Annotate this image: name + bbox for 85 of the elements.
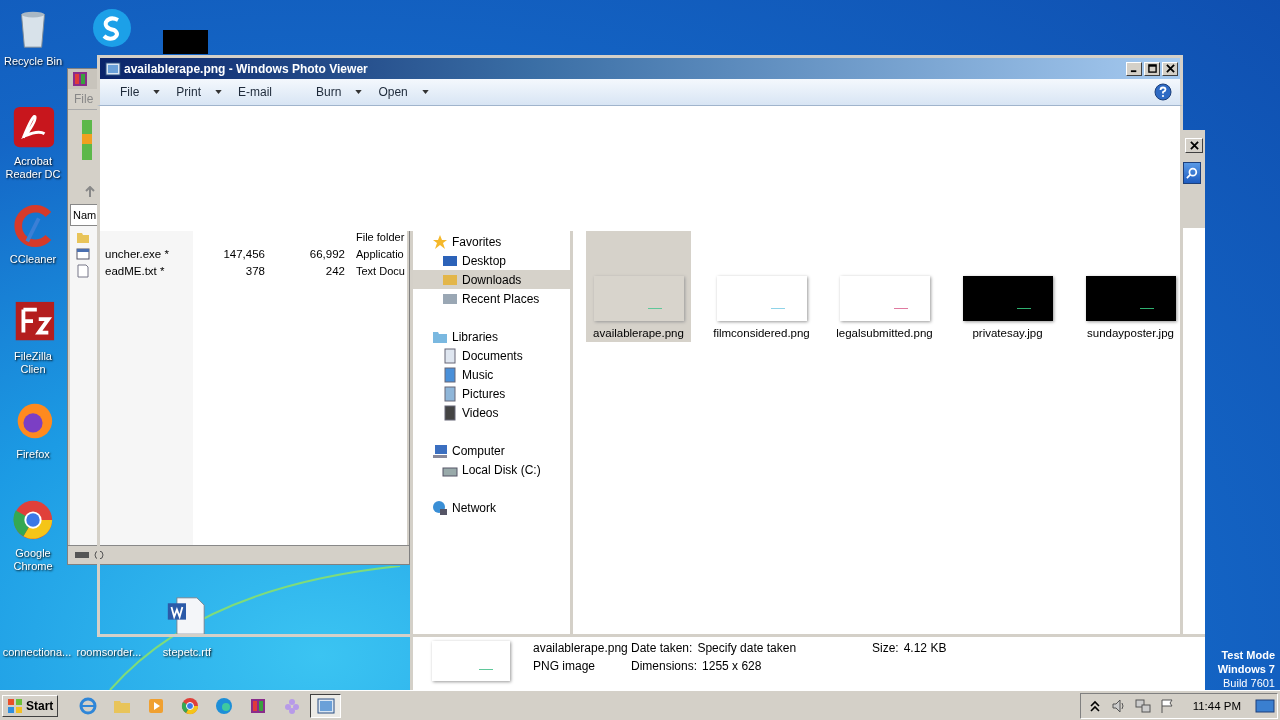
system-watermark-text: Windows 7 xyxy=(1217,662,1275,676)
help-button[interactable] xyxy=(1154,83,1172,101)
field-label: Dimensions: xyxy=(631,659,698,673)
nav-item[interactable]: Music xyxy=(413,365,570,384)
star-icon xyxy=(432,233,448,250)
stacked-books-icon xyxy=(72,71,88,87)
clock[interactable]: 11:44 PM xyxy=(1192,699,1241,712)
monitor-icon[interactable] xyxy=(1255,697,1275,714)
table-cell: Applicatio xyxy=(356,247,404,260)
table-cell: 147,456 xyxy=(223,247,265,260)
file-tile[interactable]: sundayposter.jpg xyxy=(1078,228,1183,342)
nav-item[interactable]: Documents xyxy=(413,346,570,365)
table-cell: 378 xyxy=(245,264,265,277)
nav-group-label[interactable]: Libraries xyxy=(452,329,499,344)
computer-icon xyxy=(432,442,448,459)
nav-icon xyxy=(442,347,458,364)
drive-icon xyxy=(74,550,104,560)
file-tile[interactable]: filmconsidered.png xyxy=(709,228,814,342)
close-button[interactable] xyxy=(1185,137,1203,153)
file-tile[interactable]: availablerape.png xyxy=(586,228,691,342)
close-icon xyxy=(1165,64,1175,73)
system-watermark-text: Build 7601 xyxy=(1223,676,1275,690)
dark-panel xyxy=(163,30,208,54)
toolbar-menu-button[interactable]: Print xyxy=(172,85,235,99)
desktop-icon-label[interactable]: CCleaner xyxy=(9,253,57,266)
toolbar-menu-button[interactable]: Open xyxy=(374,85,441,99)
app-icon xyxy=(179,695,200,716)
nav-icon xyxy=(442,385,458,402)
toolbar-menu-button[interactable]: E-mail xyxy=(234,85,313,99)
nav-item[interactable]: Recent Places xyxy=(413,289,570,308)
network-globe-icon xyxy=(432,499,448,516)
field-value: 1255 x 628 xyxy=(702,659,762,673)
network-icon[interactable] xyxy=(1134,697,1151,714)
desktop-icon-label[interactable]: Acrobat Reader DC xyxy=(1,155,65,181)
toolbar-menu-button[interactable]: Burn xyxy=(312,85,375,99)
table-cell: 242 xyxy=(325,264,345,277)
field-value: Specify date taken xyxy=(697,641,797,655)
program-icon xyxy=(76,246,90,261)
nav-item[interactable]: Local Disk (C:) xyxy=(413,460,570,479)
close-button[interactable] xyxy=(1162,61,1178,76)
nav-item[interactable]: Desktop xyxy=(413,251,570,270)
table-cell: Text Docu xyxy=(356,264,405,277)
nav-group-label[interactable]: Computer xyxy=(452,443,505,458)
minimize-button[interactable] xyxy=(1126,61,1142,76)
help-icon xyxy=(1154,83,1172,101)
file-name[interactable]: eadME.txt * xyxy=(105,264,165,277)
nav-item[interactable]: Downloads xyxy=(413,270,570,289)
nav-icon xyxy=(442,404,458,421)
file-name: availablerape.png xyxy=(533,641,629,655)
file-tile[interactable]: privatesay.jpg xyxy=(955,228,1060,342)
caret-icon xyxy=(421,90,429,94)
toolbar-menu-button[interactable]: File xyxy=(116,85,173,99)
field-value: 4.12 KB xyxy=(903,641,947,655)
maximize-button[interactable] xyxy=(1144,61,1160,76)
close-icon xyxy=(1189,140,1199,150)
nav-item[interactable]: Videos xyxy=(413,403,570,422)
table-cell: 66,992 xyxy=(309,247,345,260)
system-watermark-text: Test Mode xyxy=(1221,648,1275,662)
maximize-icon xyxy=(1147,64,1157,73)
table-cell: File folder xyxy=(356,230,405,243)
file-name[interactable]: uncher.exe * xyxy=(105,247,169,260)
nav-icon xyxy=(442,366,458,383)
field-label: Date taken: xyxy=(631,641,693,655)
app-icon xyxy=(315,695,336,716)
column-header[interactable]: Nam xyxy=(73,209,97,221)
app-icon xyxy=(77,695,98,716)
file-type: PNG image xyxy=(533,659,597,673)
picture-frame-icon[interactable] xyxy=(310,693,342,718)
speaker-icon[interactable] xyxy=(1110,697,1127,714)
desktop-icon-label[interactable]: FileZilla Clien xyxy=(1,350,65,376)
nav-group-label[interactable]: Network xyxy=(452,500,496,515)
text-file-icon xyxy=(76,263,90,278)
nav-item[interactable]: Pictures xyxy=(413,384,570,403)
start-button[interactable]: Start xyxy=(2,694,59,717)
desktop-icon-label[interactable]: Recycle Bin xyxy=(3,55,63,68)
field-label: Size: xyxy=(872,641,899,655)
file-tile[interactable]: legalsubmitted.png xyxy=(832,228,937,342)
flag-icon[interactable] xyxy=(1158,697,1175,714)
search-button[interactable] xyxy=(1183,162,1201,184)
picture-frame-icon xyxy=(105,60,121,77)
four-squares-icon xyxy=(7,697,23,714)
window-title: availablerape.png - Windows Photo Viewer xyxy=(124,61,368,76)
search-icon xyxy=(1186,167,1198,179)
app-icon xyxy=(213,695,234,716)
nav-group-label[interactable]: Favorites xyxy=(452,234,502,249)
